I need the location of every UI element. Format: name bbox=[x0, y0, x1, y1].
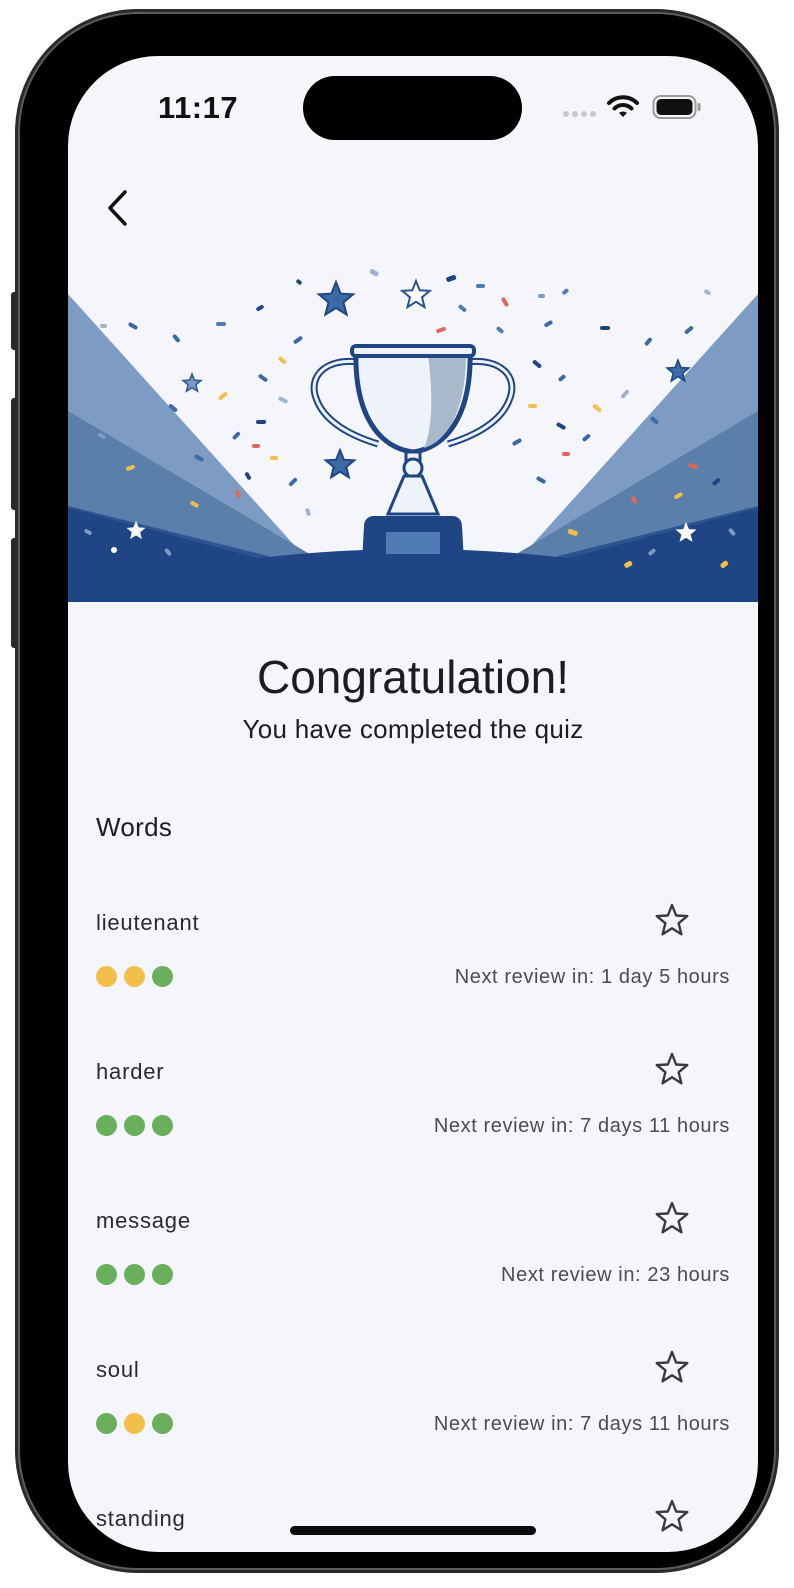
progress-dots bbox=[96, 1264, 173, 1285]
status-time: 11:17 bbox=[158, 90, 239, 125]
action-button bbox=[11, 292, 20, 350]
progress-dot bbox=[124, 1413, 145, 1434]
progress-dot bbox=[152, 966, 173, 987]
congrats-title: Congratulation! bbox=[257, 651, 569, 703]
word-label: standing bbox=[96, 1506, 186, 1531]
progress-dot bbox=[152, 1115, 173, 1136]
wifi-icon bbox=[607, 95, 639, 117]
words-section-title: Words bbox=[96, 812, 173, 842]
next-review-text: Next review in: 7 days 11 hours bbox=[433, 1115, 730, 1137]
star-outline-icon bbox=[655, 1499, 689, 1532]
progress-dot bbox=[124, 966, 145, 987]
progress-dot bbox=[96, 1264, 117, 1285]
progress-dot bbox=[152, 1413, 173, 1434]
favorite-button[interactable] bbox=[652, 1347, 692, 1387]
progress-dots bbox=[96, 1413, 173, 1434]
progress-dot bbox=[124, 1264, 145, 1285]
word-label: harder bbox=[96, 1059, 165, 1084]
favorite-button[interactable] bbox=[652, 1496, 692, 1536]
word-label: message bbox=[96, 1208, 191, 1233]
back-button[interactable] bbox=[96, 184, 140, 232]
star-outline-icon bbox=[655, 903, 689, 936]
word-list-item[interactable]: lieutenant Next review in: 1 day 5 hours bbox=[68, 903, 758, 1055]
battery-icon bbox=[652, 95, 701, 119]
word-list-item[interactable]: soul Next review in: 7 days 11 hours bbox=[68, 1350, 758, 1502]
word-label: lieutenant bbox=[96, 910, 200, 935]
cellular-signal-icon bbox=[563, 111, 596, 117]
volume-down-button bbox=[11, 538, 20, 648]
progress-dot bbox=[96, 1115, 117, 1136]
favorite-button[interactable] bbox=[652, 1198, 692, 1238]
star-outline-icon bbox=[655, 1350, 689, 1383]
word-list-item[interactable]: harder Next review in: 7 days 11 hours bbox=[68, 1052, 758, 1204]
congrats-subtitle: You have completed the quiz bbox=[242, 714, 584, 744]
progress-dot bbox=[96, 966, 117, 987]
trophy-illustration bbox=[68, 269, 758, 602]
next-review-text: Next review in: 7 days 11 hours bbox=[433, 1413, 730, 1435]
volume-up-button bbox=[11, 398, 20, 510]
progress-dot bbox=[124, 1115, 145, 1136]
next-review-text: Next review in: 1 day 5 hours bbox=[454, 966, 730, 988]
star-outline-icon bbox=[655, 1201, 689, 1234]
app-screen: 11:17 Congratulation! You have completed… bbox=[68, 56, 758, 1552]
next-review-text: Next review in: 23 hours bbox=[501, 1264, 730, 1286]
favorite-button[interactable] bbox=[652, 1049, 692, 1089]
word-label: soul bbox=[96, 1357, 140, 1382]
word-list-item[interactable]: message Next review in: 23 hours bbox=[68, 1201, 758, 1353]
chevron-left-icon bbox=[108, 190, 127, 226]
favorite-button[interactable] bbox=[652, 900, 692, 940]
progress-dots bbox=[96, 966, 173, 987]
star-outline-icon bbox=[655, 1052, 689, 1085]
progress-dot bbox=[152, 1264, 173, 1285]
dynamic-island bbox=[303, 76, 522, 140]
home-indicator[interactable] bbox=[290, 1526, 536, 1535]
status-bar: 11:17 bbox=[68, 56, 758, 166]
phone-frame: 11:17 Congratulation! You have completed… bbox=[20, 14, 774, 1568]
progress-dot bbox=[96, 1413, 117, 1434]
progress-dots bbox=[96, 1115, 173, 1136]
